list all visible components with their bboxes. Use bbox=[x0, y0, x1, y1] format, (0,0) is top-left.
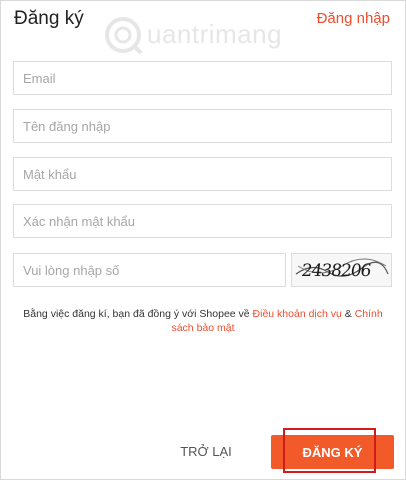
login-link[interactable]: Đăng nhập bbox=[317, 10, 390, 27]
terms-text: Bằng việc đăng kí, bạn đã đồng ý với Sho… bbox=[13, 307, 393, 335]
username-field[interactable] bbox=[13, 109, 392, 143]
email-field[interactable] bbox=[13, 61, 392, 95]
terms-connector: & bbox=[341, 308, 355, 320]
back-button[interactable]: TRỞ LẠI bbox=[171, 434, 241, 468]
register-button[interactable]: ĐĂNG KÝ bbox=[271, 435, 394, 469]
captcha-input[interactable] bbox=[13, 253, 286, 287]
confirm-password-field[interactable] bbox=[13, 204, 392, 238]
watermark: uantrimang bbox=[103, 13, 303, 57]
terms-of-service-link[interactable]: Điều khoản dịch vụ bbox=[253, 308, 342, 320]
captcha-image[interactable]: 2438206 bbox=[291, 253, 392, 287]
captcha-graphic: 2438206 bbox=[295, 258, 389, 281]
page-title: Đăng ký bbox=[14, 8, 84, 29]
watermark-logo-icon bbox=[105, 17, 143, 55]
password-field[interactable] bbox=[13, 157, 392, 191]
watermark-text: uantrimang bbox=[147, 19, 283, 49]
captcha-text: 2438206 bbox=[300, 261, 372, 281]
terms-prefix: Bằng việc đăng kí, bạn đã đồng ý với Sho… bbox=[23, 308, 253, 320]
